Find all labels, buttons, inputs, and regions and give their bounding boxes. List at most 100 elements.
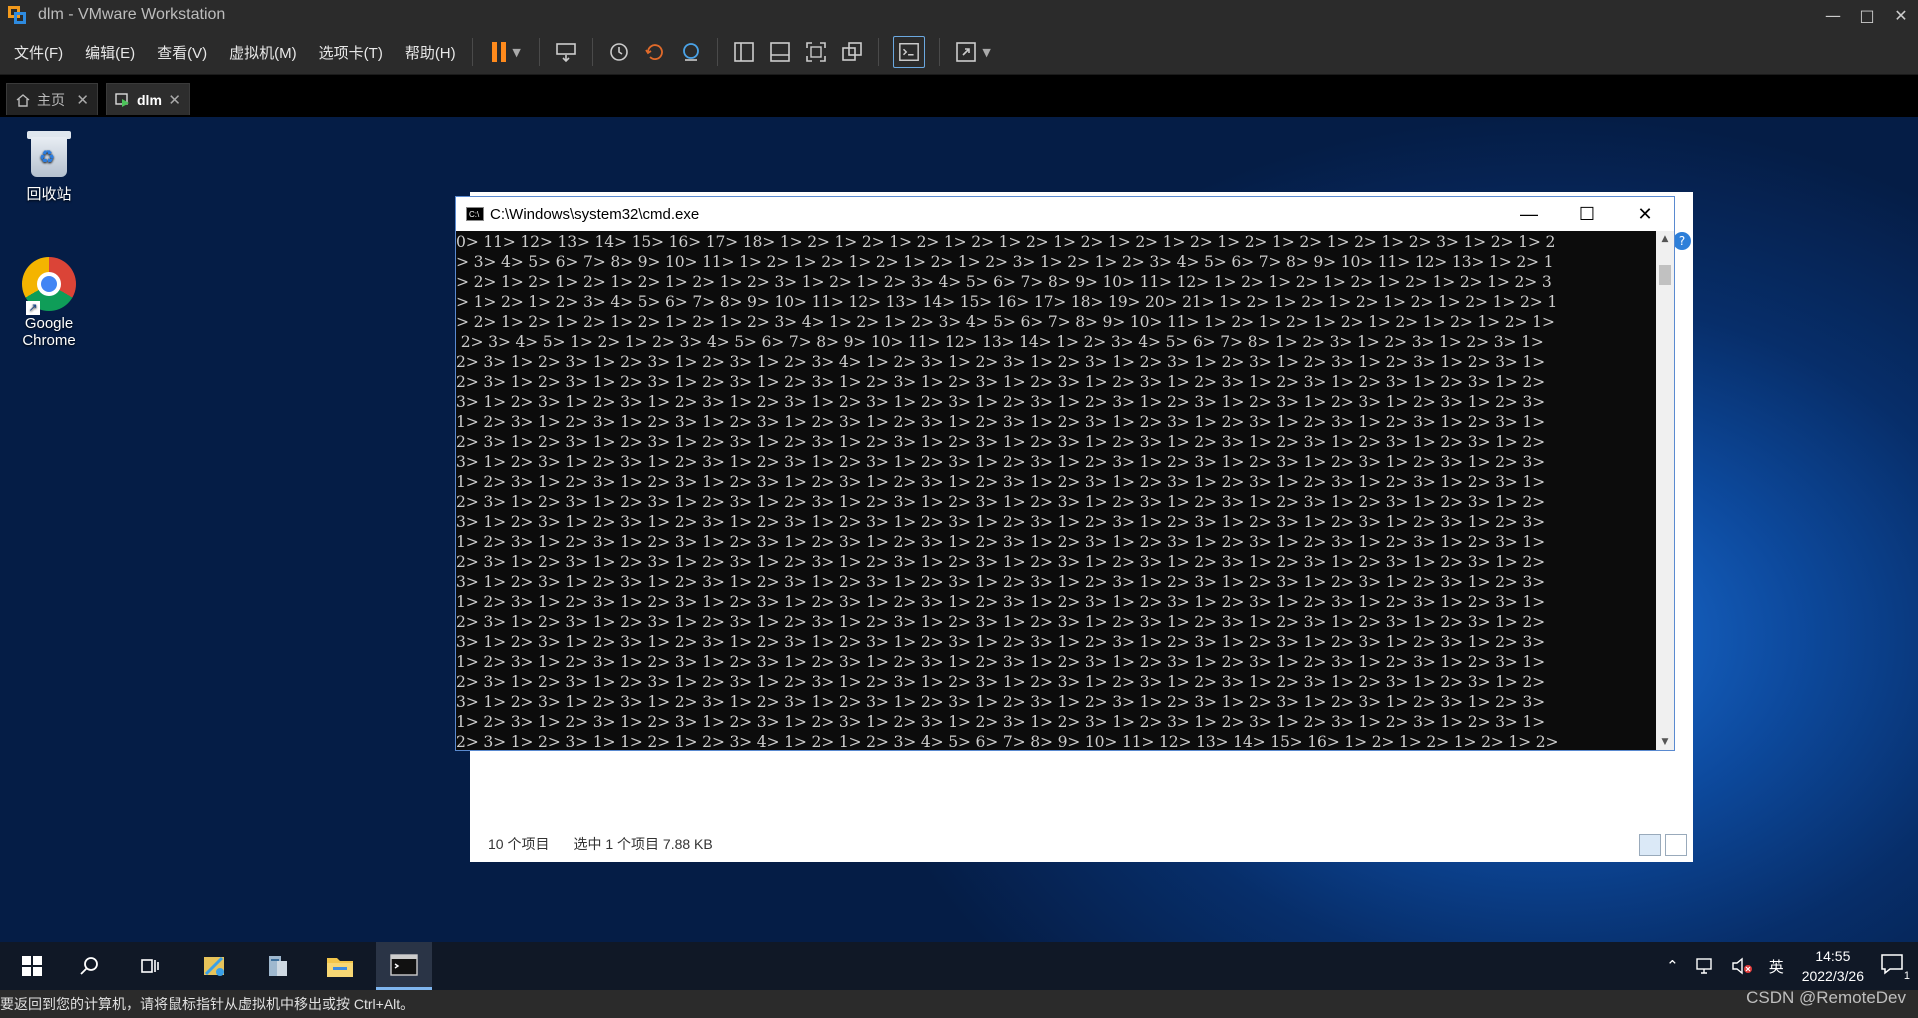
taskbar-file-server[interactable]	[254, 942, 302, 990]
cmd-output-text: 0> 11> 12> 13> 14> 15> 16> 17> 18> 1> 2>…	[456, 233, 1559, 750]
selection-info: 选中 1 个项目 7.88 KB	[573, 836, 713, 852]
scrollbar-thumb[interactable]	[1659, 265, 1671, 285]
close-button[interactable]: ✕	[1884, 0, 1918, 30]
menu-file[interactable]: 文件(F)	[6, 42, 71, 63]
clock-time: 14:55	[1815, 948, 1851, 964]
menu-help[interactable]: 帮助(H)	[397, 42, 464, 63]
vm-icon	[115, 92, 129, 107]
vmware-tabbar: 主页 ✕ dlm ✕	[0, 75, 1918, 117]
full-screen-button[interactable]	[801, 37, 831, 67]
guest-taskbar: ⌃ 英 14:55 2022/3/26 1	[0, 942, 1918, 990]
system-tray: ⌃ 英 14:55 2022/3/26 1	[1658, 942, 1918, 990]
send-ctrl-alt-del-button[interactable]	[551, 37, 581, 67]
menu-vm[interactable]: 虚拟机(M)	[221, 42, 305, 63]
shortcut-arrow-icon: ↗	[26, 301, 40, 315]
cmd-close-button[interactable]: ✕	[1616, 197, 1674, 231]
minimize-button[interactable]: —	[1816, 0, 1850, 30]
thumbnail-icon	[769, 42, 790, 62]
recycle-bin-icon: ♻	[27, 127, 71, 179]
search-icon	[80, 957, 98, 975]
revert-snapshot-button[interactable]	[640, 37, 670, 67]
unity-icon	[841, 42, 862, 61]
chevron-down-icon[interactable]: ▼	[982, 46, 990, 59]
desktop-icon-label: Google Chrome	[22, 315, 76, 349]
item-count: 10 个项目	[488, 836, 550, 852]
cmd-minimize-button[interactable]: —	[1500, 197, 1558, 231]
cmd-title: C:\Windows\system32\cmd.exe	[490, 205, 700, 223]
pause-button[interactable]: ▼	[484, 37, 528, 67]
cmd-maximize-button[interactable]: ☐	[1558, 197, 1616, 231]
vm-status-text: 要返回到您的计算机，请将鼠标指针从虚拟机中移出或按 Ctrl+Alt。	[0, 996, 415, 1012]
toolbar-separator	[591, 38, 593, 66]
stretch-button[interactable]: ▼	[951, 37, 995, 67]
close-icon[interactable]: ✕	[76, 91, 89, 109]
close-icon[interactable]: ✕	[168, 91, 181, 109]
revert-icon	[644, 44, 663, 60]
snapshot-manager-icon	[682, 43, 699, 61]
notification-count: 1	[1903, 969, 1910, 982]
vmware-app-icon	[6, 4, 28, 26]
desktop-icon-chrome[interactable]: ↗ Google Chrome	[4, 257, 94, 349]
menu-tabs[interactable]: 选项卡(T)	[311, 42, 391, 63]
clock-date: 2022/3/26	[1801, 968, 1864, 984]
cmd-window: C:\ C:\Windows\system32\cmd.exe — ☐ ✕ 0>…	[455, 196, 1675, 751]
snapshot-icon	[609, 43, 628, 61]
guest-desktop: ♻ 回收站 ↗ Google Chrome ? 10 个项目 选中 1 个项目 …	[0, 117, 1918, 942]
fullscreen-icon	[805, 42, 826, 62]
explorer-status-bar: 10 个项目 选中 1 个项目 7.88 KB	[470, 826, 1693, 862]
large-icons-view-button[interactable]	[1665, 834, 1687, 856]
vmware-titlebar: dlm - VMware Workstation — □ ✕	[0, 0, 1918, 30]
stretch-icon	[956, 42, 977, 62]
toolbar-separator	[716, 38, 718, 66]
clock[interactable]: 14:55 2022/3/26	[1802, 946, 1864, 986]
vmware-statusbar: 要返回到您的计算机，请将鼠标指针从虚拟机中移出或按 Ctrl+Alt。	[0, 990, 1918, 1018]
menu-edit[interactable]: 编辑(E)	[77, 42, 143, 63]
action-center-button[interactable]: 1	[1880, 953, 1910, 982]
tab-home[interactable]: 主页 ✕	[6, 83, 98, 115]
network-icon[interactable]	[1695, 957, 1715, 975]
vmware-menubar: 文件(F) 编辑(E) 查看(V) 虚拟机(M) 选项卡(T) 帮助(H) ▼ …	[0, 30, 1918, 75]
ime-indicator[interactable]: 英	[1769, 956, 1784, 977]
desktop-icon-recycle-bin[interactable]: ♻ 回收站	[4, 127, 94, 204]
snapshot-button[interactable]	[604, 37, 634, 67]
chevron-down-icon[interactable]: ▼	[512, 46, 520, 59]
taskbar-file-explorer[interactable]	[316, 942, 364, 990]
desktop-icon-label: 回收站	[26, 186, 72, 203]
console-view-button[interactable]	[892, 36, 925, 68]
window-title: dlm - VMware Workstation	[38, 6, 226, 23]
cmd-app-icon: C:\	[466, 207, 484, 221]
taskbar-cmd[interactable]	[376, 942, 432, 990]
watermark-text: CSDN @RemoteDev	[1746, 988, 1906, 1007]
home-icon	[16, 93, 30, 107]
volume-muted-icon[interactable]	[1731, 957, 1753, 975]
toolbar-separator	[538, 38, 540, 66]
tab-home-label: 主页	[37, 91, 65, 108]
snapshot-manager-button[interactable]	[676, 37, 706, 67]
thumbnail-bar-button[interactable]	[765, 37, 795, 67]
scroll-down-icon[interactable]: ▼	[1656, 734, 1674, 750]
cmd-console-output[interactable]: 0> 11> 12> 13> 14> 15> 16> 17> 18> 1> 2>…	[456, 231, 1656, 750]
task-view-button[interactable]	[126, 942, 174, 990]
maximize-button[interactable]: □	[1850, 0, 1884, 30]
search-button[interactable]	[66, 942, 114, 990]
chrome-icon: ↗	[22, 257, 76, 315]
file-explorer-icon	[327, 958, 353, 977]
notification-icon	[1881, 953, 1903, 975]
start-icon	[22, 956, 42, 976]
help-icon[interactable]: ?	[1673, 232, 1691, 250]
tab-dlm[interactable]: dlm ✕	[106, 83, 190, 115]
details-view-button[interactable]	[1639, 834, 1661, 856]
unity-button[interactable]	[837, 37, 867, 67]
taskbar-server-manager[interactable]	[190, 942, 238, 990]
server-manager-icon	[204, 956, 224, 976]
start-button[interactable]	[8, 942, 56, 990]
task-view-icon	[141, 959, 159, 973]
tab-dlm-label: dlm	[137, 91, 162, 108]
file-server-icon	[269, 956, 287, 976]
toolbar-separator	[877, 38, 879, 66]
scroll-up-icon[interactable]: ▲	[1656, 231, 1674, 247]
chevron-up-icon[interactable]: ⌃	[1666, 957, 1679, 975]
menu-view[interactable]: 查看(V)	[149, 42, 215, 63]
cmd-scrollbar[interactable]: ▲ ▼	[1656, 231, 1674, 750]
show-library-button[interactable]	[729, 37, 759, 67]
